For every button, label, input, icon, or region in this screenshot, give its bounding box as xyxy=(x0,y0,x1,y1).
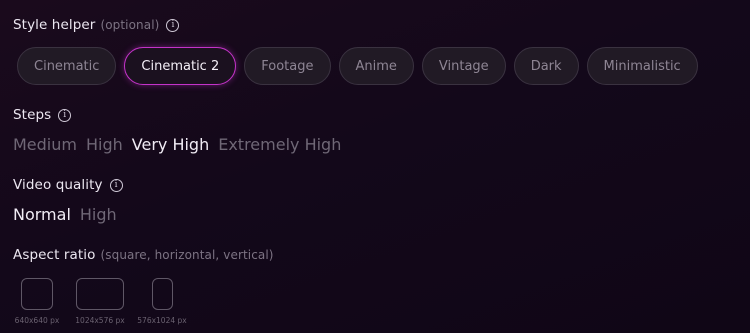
steps-heading: Steps i xyxy=(13,107,72,123)
quality-option-high[interactable]: High xyxy=(80,205,117,224)
aspect-option-label: 640x640 px xyxy=(14,316,60,325)
style-chip-minimalistic[interactable]: Minimalistic xyxy=(586,47,698,85)
aspect-option-label: 1024x576 px xyxy=(75,316,125,325)
style-chip-cinematic[interactable]: Cinematic xyxy=(17,47,117,85)
steps-title: Steps xyxy=(13,107,52,123)
vertical-ratio-icon xyxy=(151,278,173,310)
style-helper-title: Style helper xyxy=(13,17,96,33)
info-icon[interactable]: i xyxy=(109,178,123,192)
style-chip-dark[interactable]: Dark xyxy=(513,47,579,85)
aspect-option-horizontal[interactable]: 1024x576 px xyxy=(64,278,136,325)
style-chip-footage[interactable]: Footage xyxy=(244,47,331,85)
style-chip-vintage[interactable]: Vintage xyxy=(421,47,506,85)
aspect-ratio-title: Aspect ratio xyxy=(13,247,96,263)
aspect-option-square[interactable]: 640x640 px xyxy=(13,278,61,325)
steps-option-medium[interactable]: Medium xyxy=(13,135,77,154)
aspect-ratio-options: 640x640 px 1024x576 px 576x1024 px xyxy=(13,278,187,325)
style-helper-heading: Style helper (optional) i xyxy=(13,17,180,33)
video-quality-options: Normal High xyxy=(13,205,117,224)
info-icon[interactable]: i xyxy=(166,18,180,32)
aspect-ratio-heading: Aspect ratio (square, horizontal, vertic… xyxy=(13,247,274,263)
steps-option-extremely-high[interactable]: Extremely High xyxy=(218,135,341,154)
style-chip-group: Cinematic Cinematic 2 Footage Anime Vint… xyxy=(17,47,698,85)
video-quality-title: Video quality xyxy=(13,177,103,193)
square-ratio-icon xyxy=(21,278,53,310)
steps-option-very-high[interactable]: Very High xyxy=(132,135,209,154)
aspect-option-vertical[interactable]: 576x1024 px xyxy=(137,278,187,325)
info-icon[interactable]: i xyxy=(58,108,72,122)
style-chip-cinematic-2[interactable]: Cinematic 2 xyxy=(124,47,237,85)
aspect-ratio-hint: (square, horizontal, vertical) xyxy=(100,248,274,262)
style-chip-anime[interactable]: Anime xyxy=(338,47,414,85)
steps-options: Medium High Very High Extremely High xyxy=(13,135,341,154)
steps-option-high[interactable]: High xyxy=(86,135,123,154)
quality-option-normal[interactable]: Normal xyxy=(13,205,71,224)
horizontal-ratio-icon xyxy=(76,278,124,310)
style-helper-hint: (optional) xyxy=(100,18,160,32)
aspect-option-label: 576x1024 px xyxy=(137,316,187,325)
video-quality-heading: Video quality i xyxy=(13,177,123,193)
